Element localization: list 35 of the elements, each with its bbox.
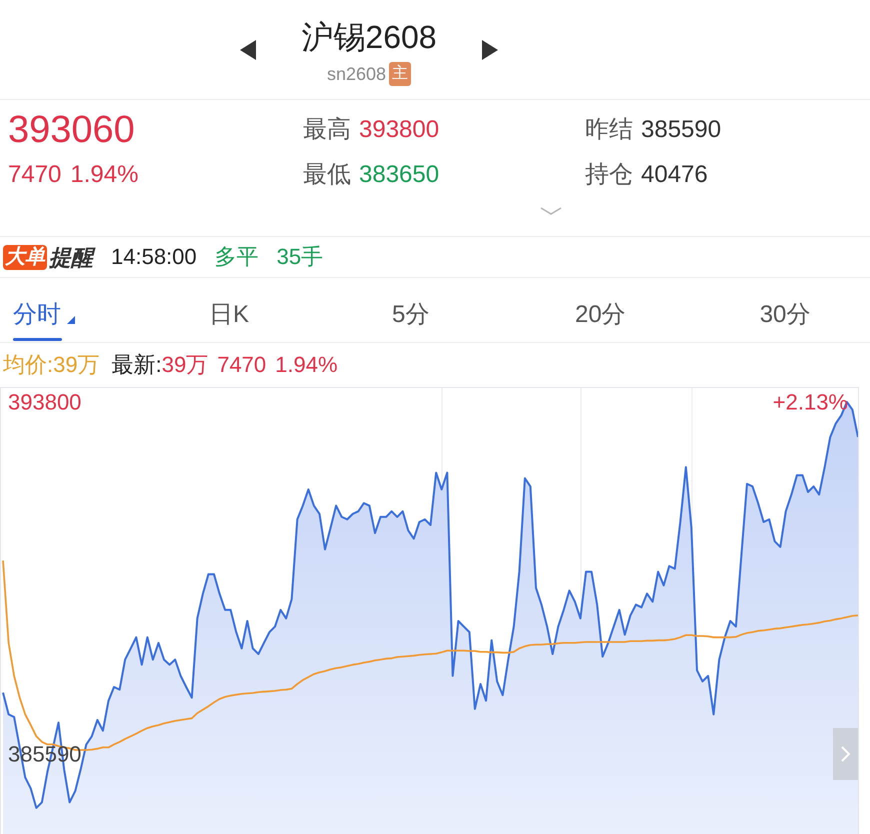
stat-label: 最高	[303, 115, 351, 145]
left-triangle-icon[interactable]	[240, 40, 256, 60]
price-change: 7470	[8, 160, 62, 190]
timeframe-tab[interactable]: 日K	[209, 278, 258, 343]
timeframe-tab[interactable]: 30分	[760, 278, 810, 343]
timeframe-tab[interactable]: 5分	[392, 278, 441, 343]
alert-action: 多平	[214, 243, 259, 271]
stat-value: 393800	[359, 115, 440, 145]
alert-volume: 35手	[276, 243, 324, 271]
contract-code: sn2608	[326, 63, 386, 85]
chevron-right-icon	[841, 746, 850, 762]
stat-label: 持仓	[585, 160, 633, 190]
latest-change-percent: 1.94%	[275, 351, 338, 379]
stat-label: 最低	[303, 160, 351, 190]
latest-price-value: 39万	[162, 351, 208, 379]
alert-logo-tag: 大单	[3, 244, 47, 270]
timeframe-tab[interactable]: 分时	[13, 278, 75, 343]
average-price-label: 均价:39万	[3, 351, 100, 379]
main-contract-badge: 主	[389, 62, 412, 86]
contract-title: 沪锡2608	[301, 19, 437, 55]
alert-logo-text: 提醒	[49, 244, 93, 270]
stat-value: 383650	[359, 160, 440, 190]
price-change-percent: 1.94%	[70, 160, 138, 190]
right-triangle-icon[interactable]	[482, 40, 498, 60]
latest-change: 7470	[217, 351, 266, 379]
percent-axis-label: +2.13%	[772, 390, 848, 414]
y-axis-label: 393800	[8, 390, 82, 414]
stat-value: 385590	[641, 115, 722, 145]
last-price: 393060	[8, 110, 135, 150]
latest-price-label: 最新:	[112, 351, 162, 379]
stat-value: 40476	[641, 160, 708, 190]
stat-label: 昨结	[585, 115, 633, 145]
caret-icon	[67, 316, 75, 324]
alert-time: 14:58:00	[111, 243, 197, 271]
timeframe-tab[interactable]: 20分	[575, 278, 626, 343]
